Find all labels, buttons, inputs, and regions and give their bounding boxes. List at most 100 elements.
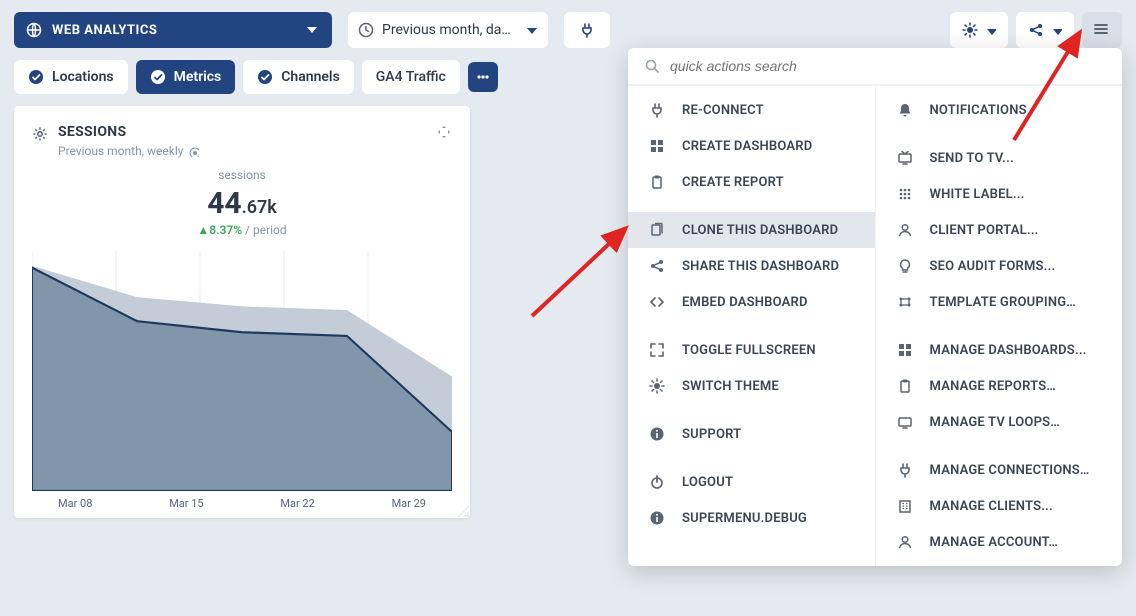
sessions-widget: SESSIONS Previous month, weekly sessions…: [14, 106, 470, 518]
menu-item-label: TEMPLATE GROUPING…: [930, 295, 1076, 310]
menu-item-manage-clients[interactable]: MANAGE CLIENTS...: [876, 488, 1123, 524]
share-icon: [649, 258, 665, 274]
info-icon: [649, 510, 665, 526]
menu-item-create-dashboard[interactable]: CREATE DASHBOARD: [628, 128, 875, 164]
tab-more-button[interactable]: [468, 62, 498, 92]
date-range-label: Previous month, da…: [382, 22, 516, 38]
clipboard-icon: [649, 174, 665, 190]
menu-item-label: MANAGE DASHBOARDS...: [930, 343, 1087, 358]
menu-item-notifications[interactable]: NOTIFICATIONS: [876, 92, 1123, 128]
menu-item-label: WHITE LABEL...: [930, 187, 1025, 202]
menu-item-label: MANAGE TV LOOPS…: [930, 415, 1060, 430]
check-icon: [150, 69, 166, 85]
clipboard-icon: [897, 378, 913, 394]
menu-item-manage-reports[interactable]: MANAGE REPORTS…: [876, 368, 1123, 404]
menu-item-seo-audit-forms[interactable]: SEO AUDIT FORMS...: [876, 248, 1123, 284]
tab-channels[interactable]: Channels: [243, 60, 354, 94]
plug-icon: [649, 102, 665, 118]
supermenu-right-column: NOTIFICATIONS SEND TO TV... WHITE LABEL...…: [875, 86, 1123, 566]
supermenu-left-column: RE-CONNECT CREATE DASHBOARD CREATE REPORT C…: [628, 86, 875, 566]
menu-item-re-connect[interactable]: RE-CONNECT: [628, 92, 875, 128]
menu-item-manage-account[interactable]: MANAGE ACCOUNT…: [876, 524, 1123, 560]
grid-icon: [897, 342, 913, 358]
date-range-selector[interactable]: Previous month, da…: [348, 12, 548, 48]
menu-item-manage-tv-loops[interactable]: MANAGE TV LOOPS…: [876, 404, 1123, 440]
caret-down-icon: [304, 22, 320, 38]
chart-x-axis: Mar 08 Mar 15 Mar 22 Mar 29: [14, 491, 470, 510]
share-icon: [1028, 22, 1044, 38]
menu-item-create-report[interactable]: CREATE REPORT: [628, 164, 875, 200]
menu-item-label: MANAGE REPORTS…: [930, 379, 1056, 394]
menu-item-client-portal[interactable]: CLIENT PORTAL...: [876, 212, 1123, 248]
caret-down-icon: [524, 23, 538, 37]
menu-item-label: LOGOUT: [682, 475, 733, 490]
bulb-icon: [897, 258, 913, 274]
tab-label: Metrics: [174, 69, 222, 85]
move-icon[interactable]: [436, 124, 452, 140]
user-icon: [897, 534, 913, 550]
menu-item-send-to-tv[interactable]: SEND TO TV...: [876, 140, 1123, 176]
quick-actions-search-row: [628, 48, 1122, 85]
search-icon: [644, 58, 660, 74]
stat-delta: ▲8.37% / period: [14, 223, 470, 237]
menu-item-white-label[interactable]: WHITE LABEL...: [876, 176, 1123, 212]
x-tick: Mar 08: [58, 497, 92, 510]
dashboard-selector[interactable]: WEB ANALYTICS: [14, 12, 332, 48]
power-icon: [649, 474, 665, 490]
menu-icon: [1093, 21, 1111, 39]
menu-item-support[interactable]: SUPPORT: [628, 416, 875, 452]
annotation-arrow: [522, 216, 642, 326]
x-tick: Mar 29: [392, 497, 426, 510]
caret-down-icon: [1050, 24, 1062, 36]
target-icon: [187, 145, 199, 157]
code-icon: [649, 294, 665, 310]
plug-icon: [579, 22, 595, 38]
menu-item-logout[interactable]: LOGOUT: [628, 464, 875, 500]
menu-item-manage-dashboards[interactable]: MANAGE DASHBOARDS...: [876, 332, 1123, 368]
menu-item-switch-theme[interactable]: SWITCH THEME: [628, 368, 875, 404]
plug-icon: [897, 462, 913, 478]
main-menu-button[interactable]: [1082, 12, 1122, 48]
menu-item-label: CREATE DASHBOARD: [682, 139, 812, 154]
info-icon: [649, 426, 665, 442]
theme-dropdown-button[interactable]: [950, 12, 1008, 48]
connection-button[interactable]: [564, 12, 610, 48]
menu-item-label: MANAGE CLIENTS...: [930, 499, 1053, 514]
menu-item-label: CLIENT PORTAL...: [930, 223, 1039, 238]
check-icon: [28, 69, 44, 85]
tab-locations[interactable]: Locations: [14, 60, 128, 94]
stat-label: sessions: [14, 168, 470, 182]
tab-ga4-traffic[interactable]: GA4 Traffic: [362, 60, 460, 94]
menu-item-share-this-dashboard[interactable]: SHARE THIS DASHBOARD: [628, 248, 875, 284]
share-dropdown-button[interactable]: [1016, 12, 1074, 48]
tab-metrics[interactable]: Metrics: [136, 60, 236, 94]
tab-label: GA4 Traffic: [376, 69, 446, 85]
menu-item-label: SUPPORT: [682, 427, 741, 442]
menu-item-manage-connections[interactable]: MANAGE CONNECTIONS…: [876, 452, 1123, 488]
menu-item-label: EMBED DASHBOARD: [682, 295, 808, 310]
copy-icon: [649, 222, 665, 238]
menu-item-supermenu-debug[interactable]: SUPERMENU.DEBUG: [628, 500, 875, 536]
user-icon: [897, 222, 913, 238]
stat-value: 44.67k: [14, 186, 470, 221]
menu-item-label: MANAGE CONNECTIONS…: [930, 463, 1090, 478]
menu-item-label: NOTIFICATIONS: [930, 103, 1027, 118]
supermenu-panel: RE-CONNECT CREATE DASHBOARD CREATE REPORT C…: [628, 48, 1122, 566]
x-tick: Mar 22: [280, 497, 314, 510]
menu-item-template-grouping[interactable]: TEMPLATE GROUPING…: [876, 284, 1123, 320]
resize-handle-icon[interactable]: [454, 502, 470, 518]
sessions-chart: [32, 251, 452, 491]
menu-item-embed-dashboard[interactable]: EMBED DASHBOARD: [628, 284, 875, 320]
gear-icon[interactable]: [32, 126, 48, 142]
menu-item-label: MANAGE ACCOUNT…: [930, 535, 1058, 550]
menu-item-label: SEND TO TV...: [930, 151, 1014, 166]
tab-label: Locations: [52, 69, 114, 85]
quick-actions-search-input[interactable]: [670, 58, 1106, 74]
widget-subtitle: Previous month, weekly: [58, 144, 199, 158]
menu-item-label: CREATE REPORT: [682, 175, 784, 190]
menu-item-toggle-fullscreen[interactable]: TOGGLE FULLSCREEN: [628, 332, 875, 368]
tv-icon: [897, 414, 913, 430]
x-tick: Mar 15: [169, 497, 203, 510]
fullscreen-icon: [649, 342, 665, 358]
menu-item-clone-this-dashboard[interactable]: CLONE THIS DASHBOARD: [628, 212, 875, 248]
